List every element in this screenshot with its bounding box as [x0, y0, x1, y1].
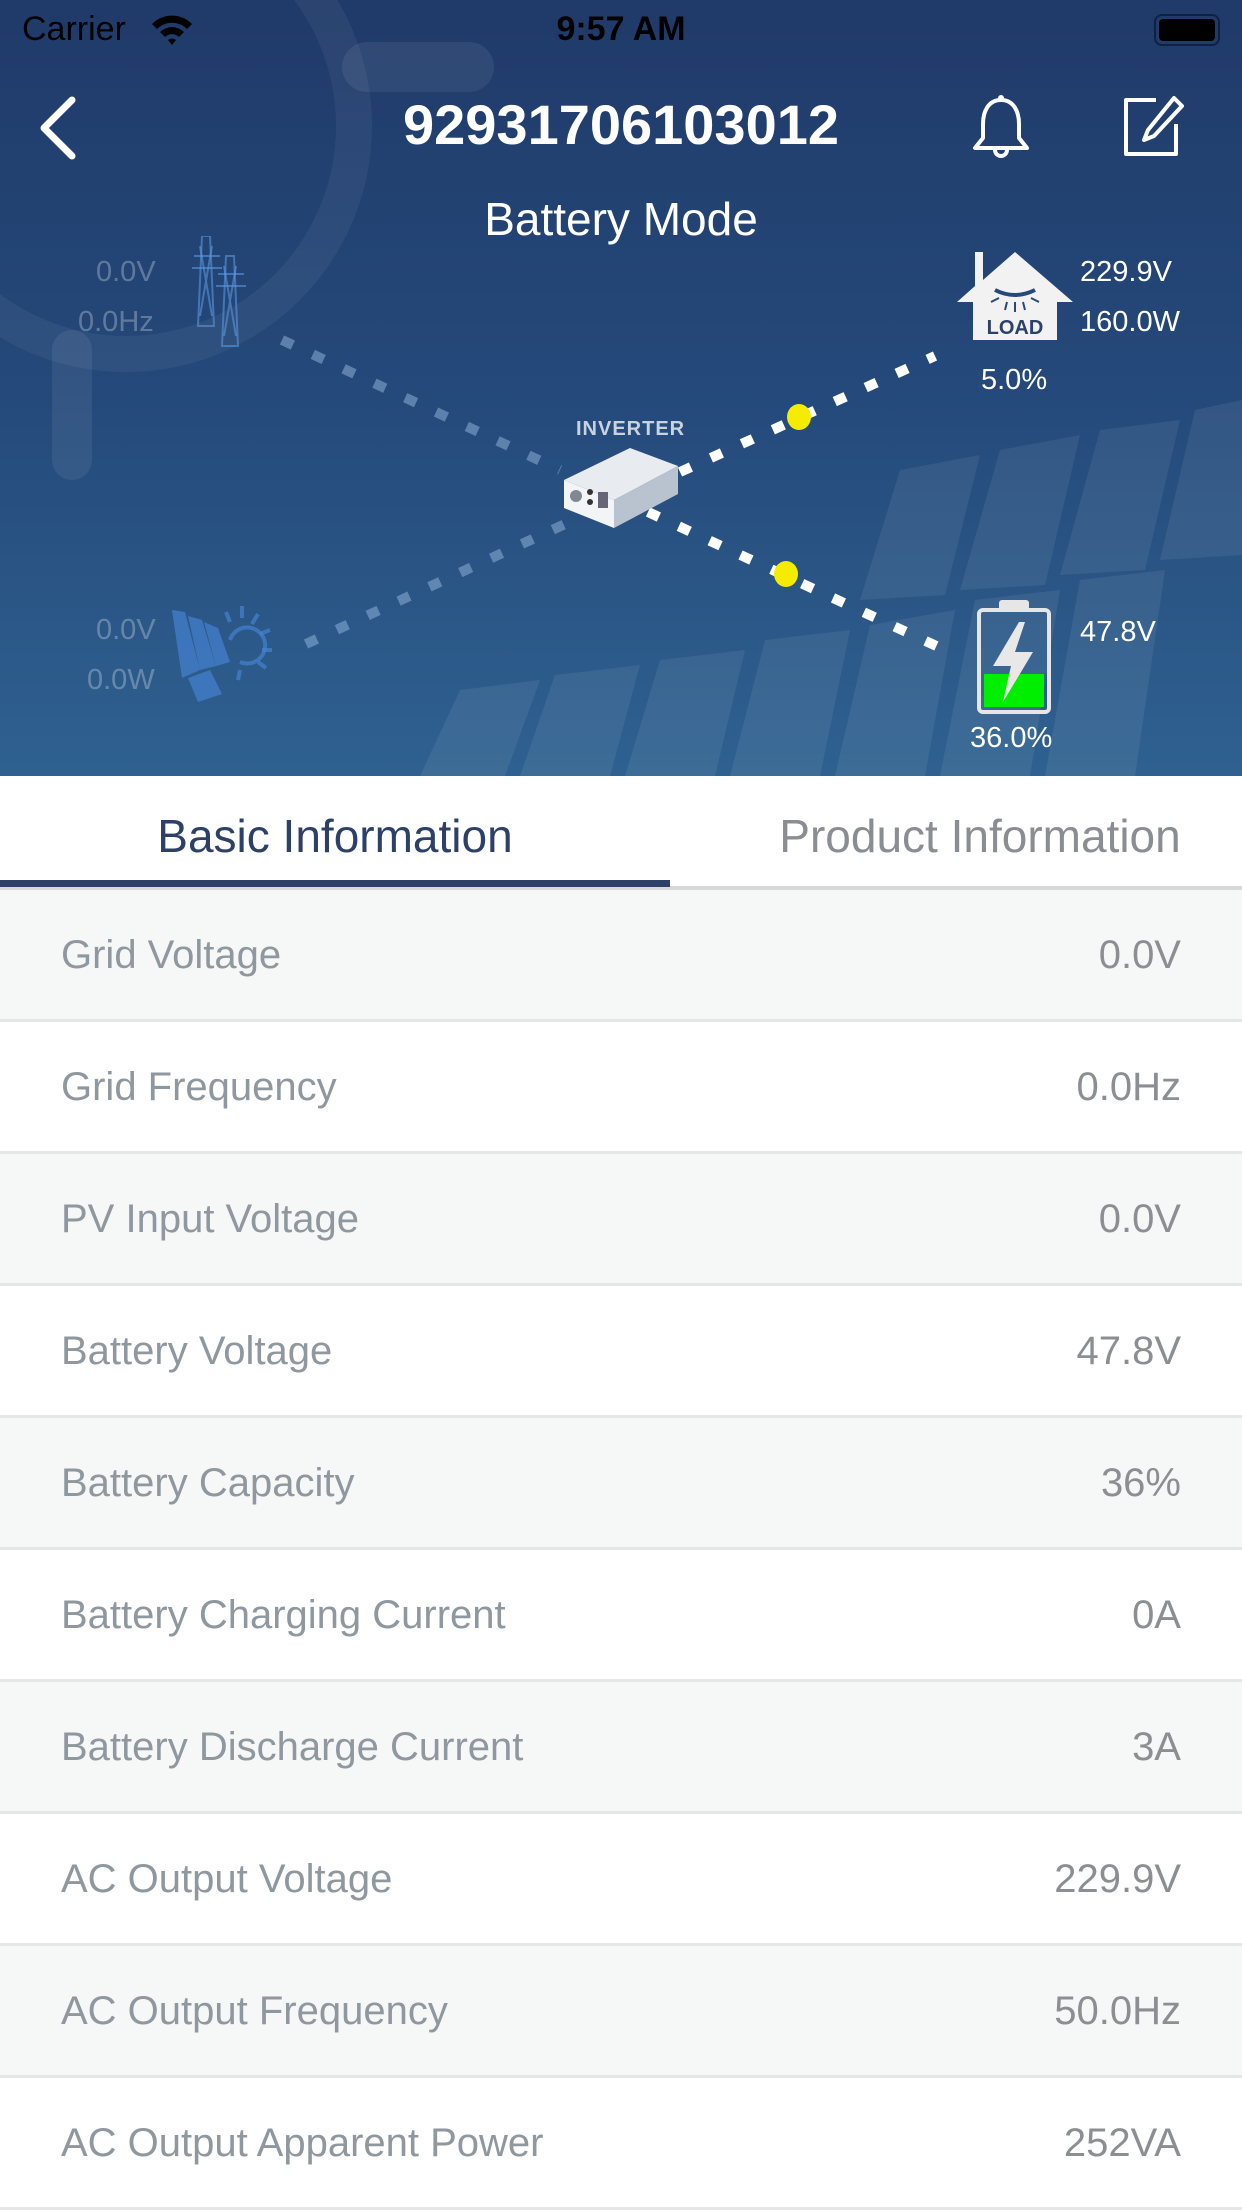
load-icon-label: LOAD — [987, 317, 1044, 339]
solar-panel-icon — [172, 606, 272, 702]
info-row-value: 229.9V — [1054, 1857, 1181, 1901]
info-row-value: 0.0V — [1098, 933, 1181, 977]
info-row-label: Battery Charging Current — [61, 1593, 506, 1637]
load-percent-value: 5.0% — [981, 364, 1048, 396]
battery-flow-line — [645, 507, 948, 655]
info-row-value: 252VA — [1063, 2121, 1181, 2165]
power-grid-tower-icon — [192, 236, 246, 347]
info-row-label: Battery Voltage — [61, 1329, 333, 1373]
pv-voltage-value: 0.0V — [96, 614, 156, 646]
basic-info-list: Grid Voltage 0.0V Grid Frequency 0.0Hz PV In… — [0, 890, 1242, 2210]
tab-product-information[interactable]: Product Information — [670, 776, 1242, 890]
info-row-label: PV Input Voltage — [61, 1197, 360, 1241]
info-tabs: Basic Information Product Information — [0, 776, 1242, 890]
battery-voltage-value: 47.8V — [1080, 616, 1156, 648]
battery-flow-dot — [774, 561, 798, 587]
load-power-value: 160.0W — [1080, 306, 1180, 338]
info-row-label: Battery Discharge Current — [61, 1725, 524, 1769]
info-row-value: 3A — [1132, 1725, 1181, 1769]
lightning-bolt-icon — [993, 622, 1033, 702]
info-row: Grid Voltage 0.0V — [0, 890, 1242, 1022]
grid-frequency-value: 0.0Hz — [78, 306, 154, 338]
info-row-label: Battery Capacity — [61, 1461, 355, 1505]
info-row: AC Output Voltage 229.9V — [0, 1814, 1242, 1946]
load-voltage-value: 229.9V — [1080, 256, 1172, 288]
grid-flow-line — [279, 335, 563, 475]
info-row-value: 36% — [1100, 1461, 1181, 1505]
load-house-icon: LOAD — [957, 252, 1073, 340]
energy-flow-header: Carrier 9:57 AM 92931706103012 Battery M… — [0, 0, 1242, 776]
grid-voltage-value: 0.0V — [96, 256, 156, 288]
info-row-value: 47.8V — [1076, 1329, 1181, 1373]
info-row-value: 0.0Hz — [1076, 1065, 1182, 1109]
pv-power-value: 0.0W — [87, 664, 155, 696]
info-row-value: 50.0Hz — [1054, 1989, 1181, 2033]
active-tab-indicator — [0, 880, 670, 887]
battery-percent-value: 36.0% — [970, 722, 1053, 754]
info-row-label: AC Output Voltage — [61, 1857, 393, 1901]
info-row: AC Output Frequency 50.0Hz — [0, 1946, 1242, 2078]
load-flow-dot — [787, 404, 811, 430]
info-row-label: AC Output Frequency — [61, 1989, 448, 2033]
battery-icon — [977, 600, 1051, 714]
inverter-label: INVERTER — [576, 418, 686, 440]
info-row: Battery Discharge Current 3A — [0, 1682, 1242, 1814]
info-row: AC Output Apparent Power 252VA — [0, 2078, 1242, 2210]
info-row-value: 0.0V — [1098, 1197, 1181, 1241]
info-row-label: AC Output Apparent Power — [61, 2121, 544, 2165]
inverter-icon[interactable] — [560, 444, 682, 528]
info-row: PV Input Voltage 0.0V — [0, 1154, 1242, 1286]
info-row: Battery Capacity 36% — [0, 1418, 1242, 1550]
info-row-label: Grid Voltage — [61, 933, 282, 977]
info-row: Battery Voltage 47.8V — [0, 1286, 1242, 1418]
tab-basic-information[interactable]: Basic Information — [0, 776, 670, 890]
info-row: Battery Charging Current 0A — [0, 1550, 1242, 1682]
info-row-value: 0A — [1132, 1593, 1181, 1637]
pv-flow-line — [303, 519, 568, 649]
info-row: Grid Frequency 0.0Hz — [0, 1022, 1242, 1154]
info-row-label: Grid Frequency — [61, 1065, 337, 1109]
